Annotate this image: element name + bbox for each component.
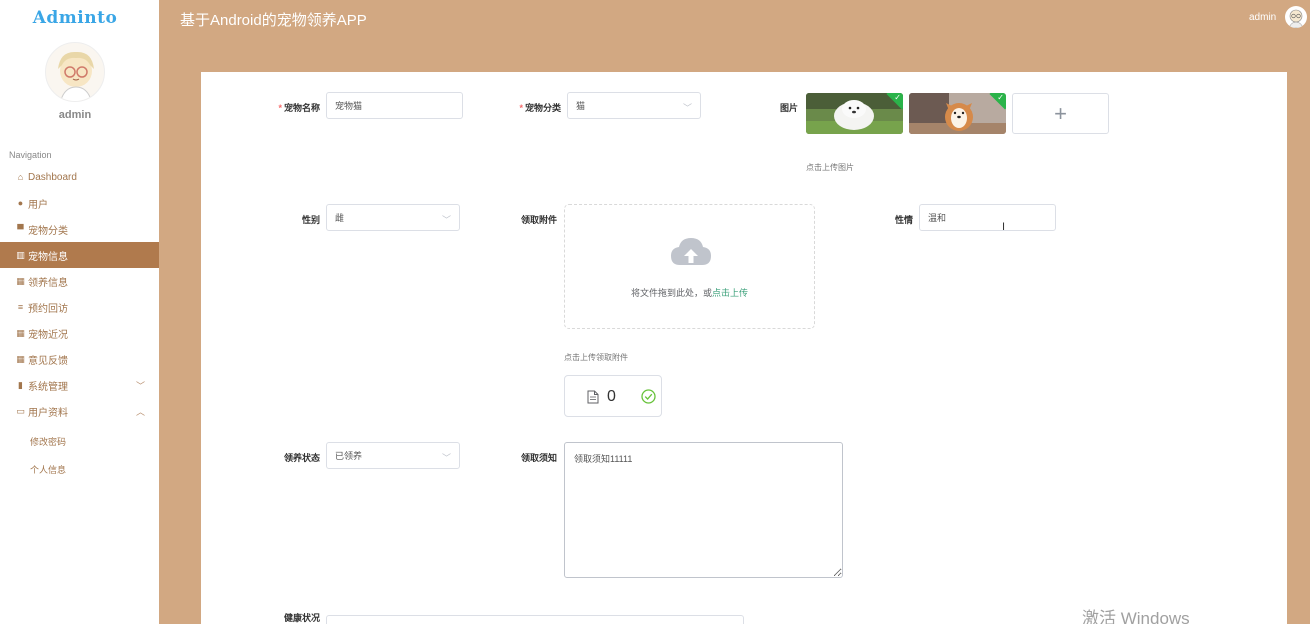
sidebar: Adminto admin Navigation ⌂ Dashboard ● 用… [0,0,159,624]
nav-item-label: 用户资料 [28,407,68,419]
image-label: 图片 [779,103,798,113]
dropzone-text: 将文件拖到此处，或点击上传 [630,288,749,298]
nav-item-system[interactable]: ▮ 系统管理 ﹀ [0,372,159,398]
category-select[interactable]: 猫 ﹀ [567,92,701,119]
health-input[interactable] [326,615,744,624]
nav-item-profile[interactable]: ▭ 用户资料 ︿ [0,398,159,424]
nav-item-label: Dashboard [28,171,77,183]
nav-item-label: 系统管理 [28,381,68,393]
bar-chart-icon: ▥ [16,249,25,260]
calendar-icon: ▭ [16,405,25,416]
sub-item-personal-info[interactable]: 个人信息 [30,463,66,476]
temper-label: 性情 [894,215,913,225]
nav-item-label: 意见反馈 [28,355,68,367]
health-label: 健康状况 [283,613,320,623]
nav-item-visit[interactable]: ≡ 预约回访 [0,294,159,320]
nav-item-label: 用户 [28,199,48,211]
pin-icon: ● [17,198,24,208]
nav-item-pet-category[interactable]: ▀ 宠物分类 [0,216,159,242]
chevron-down-icon: ﹀ [135,381,145,391]
sidebar-avatar [45,42,105,102]
sidebar-username: admin [58,109,92,121]
notice-label: 领取须知 [520,453,557,463]
upload-link[interactable]: 点击上传 [712,288,748,298]
check-circle-icon [641,389,656,407]
header-username[interactable]: admin [1249,12,1276,23]
notice-textarea[interactable]: 领取须知11111 [564,442,843,578]
temper-input[interactable]: 温和 [919,204,1056,231]
attachment-label: 领取附件 [520,215,557,225]
nav-item-adoption-info[interactable]: ▦ 领养信息 [0,268,159,294]
text-cursor-icon: I [1002,221,1006,233]
gender-label: 性别 [301,215,320,225]
gender-select[interactable]: 雌 ﹀ [326,204,460,231]
pet-name-label: * 宠物名称 [278,103,320,113]
attachment-hint: 点击上传领取附件 [564,353,628,362]
status-label: 领养状态 [283,453,320,463]
grid-icon: ▦ [16,353,25,364]
attachment-dropzone[interactable]: 将文件拖到此处，或点击上传 [564,204,815,329]
nav-item-pet-status[interactable]: ▦ 宠物近况 [0,320,159,346]
chevron-up-icon: ︿ [135,407,145,417]
file-count: 0 [607,388,616,405]
header-avatar[interactable] [1285,6,1307,28]
list-icon: ≡ [17,302,24,312]
nav-item-label: 预约回访 [28,303,68,315]
app-logo[interactable]: Adminto [0,8,150,28]
chevron-down-icon: ﹀ [682,103,692,113]
category-label: * 宠物分类 [519,103,561,113]
nav-item-pet-info[interactable]: ▥ 宠物信息 [0,242,159,268]
home-icon: ⌂ [17,172,24,182]
add-image-button[interactable]: + [1012,93,1109,134]
grid-icon: ▦ [16,327,25,338]
document-icon [587,390,599,407]
nav-item-label: 宠物近况 [28,329,68,341]
sub-item-change-password[interactable]: 修改密码 [30,435,66,448]
nav-item-feedback[interactable]: ▦ 意见反馈 [0,346,159,372]
nav-item-label: 领养信息 [28,277,68,289]
nav-item-dashboard[interactable]: ⌂ Dashboard [0,164,159,190]
nav-item-label: 宠物分类 [28,225,68,237]
cloud-upload-icon [669,235,713,272]
library-icon: ▮ [18,379,23,390]
status-select[interactable]: 已领养 ﹀ [326,442,460,469]
chevron-down-icon: ﹀ [441,215,451,225]
pet-image-thumb-corgi[interactable]: ✓ [909,93,1006,134]
nav-item-users[interactable]: ● 用户 [0,190,159,216]
monitor-icon: ▀ [17,224,24,234]
app-title: 基于Android的宠物领养APP [180,12,367,29]
nav-item-label: 宠物信息 [28,251,68,263]
check-icon: ✓ [997,93,1004,102]
pet-name-input[interactable]: 宠物猫 [326,92,463,119]
check-icon: ✓ [894,93,901,102]
chevron-down-icon: ﹀ [441,453,451,463]
nav-heading: Navigation [9,150,52,160]
pet-image-thumb-dog[interactable]: ✓ [806,93,903,134]
image-upload-hint: 点击上传图片 [806,163,854,172]
attachment-file-card[interactable]: 0 [564,375,662,417]
windows-activation-text: 激活 Windows [1082,609,1190,624]
grid-icon: ▦ [16,275,25,286]
